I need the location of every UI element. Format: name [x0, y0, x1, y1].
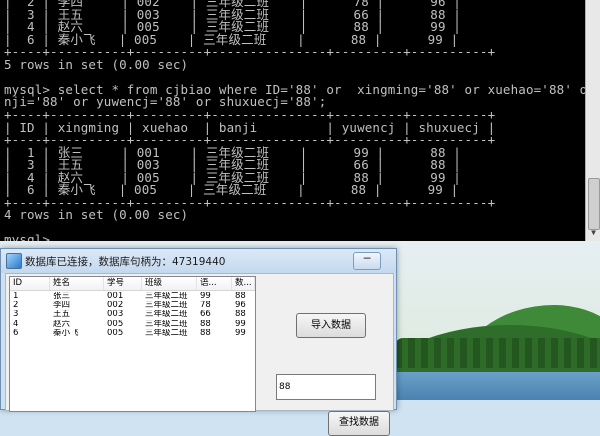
list-cell: 三年级二班 — [145, 328, 188, 338]
list-cell: 88 — [200, 319, 211, 329]
list-cell: 4 — [13, 319, 19, 329]
list-item[interactable]: 1 张三 001 三年级二班 99 88 — [10, 292, 255, 301]
list-cell: 001 — [107, 292, 124, 301]
list-cell: 005 — [107, 328, 124, 338]
list-cell: 3 — [13, 310, 19, 320]
list-item[interactable]: 6 秦小飞 005 三年级二班 88 99 — [10, 329, 255, 338]
minimize-button[interactable]: ─ — [353, 252, 381, 270]
search-input[interactable]: 88 — [276, 374, 376, 400]
list-cell: 88 — [235, 310, 246, 320]
scrollbar-thumb[interactable] — [588, 178, 600, 230]
list-cell: 1 — [13, 292, 19, 301]
list-column-header[interactable]: 姓名 — [50, 277, 104, 290]
list-cell: 三年级二班 — [145, 292, 188, 301]
list-cell: 88 — [200, 328, 211, 338]
chevron-down-icon[interactable]: ▼ — [589, 228, 598, 238]
console-scrollbar[interactable]: ▼ — [585, 0, 600, 241]
list-cell: 99 — [200, 292, 211, 301]
list-cell: 王五 — [53, 310, 71, 320]
list-item[interactable]: 4 赵六 005 三年级二班 88 99 — [10, 320, 255, 329]
list-cell: 张三 — [53, 292, 71, 301]
list-cell: 三年级二班 — [145, 301, 188, 311]
list-cell: 66 — [200, 310, 211, 320]
list-column-header[interactable]: 学号 — [104, 277, 142, 290]
list-cell: 96 — [235, 301, 246, 311]
list-cell: 78 — [200, 301, 211, 311]
list-item[interactable]: 2 李四 002 三年级二班 78 96 — [10, 301, 255, 310]
list-column-header[interactable]: 班级 — [142, 277, 197, 290]
list-cell: 002 — [107, 301, 124, 311]
list-cell: 李四 — [53, 301, 71, 311]
list-column-header[interactable]: ID — [10, 277, 50, 290]
terminal-line: 4 rows in set (0.00 sec) — [4, 207, 189, 223]
list-header: ID 姓名 学号 班级 语... 数... — [10, 277, 255, 291]
console-output[interactable]: | 2 | 李四 | 002 | 三年级二班 | 78 | 96 | | 3 | … — [0, 0, 585, 241]
list-item[interactable]: 3 王五 003 三年级二班 66 88 — [10, 310, 255, 319]
search-data-button[interactable]: 查找数据 — [328, 411, 390, 436]
list-cell: 三年级二班 — [145, 310, 188, 320]
list-cell: 88 — [235, 292, 246, 301]
list-cell: 99 — [235, 328, 246, 338]
list-cell: 6 — [13, 328, 19, 338]
terminal-line: 5 rows in set (0.00 sec) — [4, 56, 189, 72]
import-data-button[interactable]: 导入数据 — [296, 313, 366, 338]
terminal-line: mysql> _ — [4, 232, 66, 241]
list-cell: 秦小飞 — [53, 328, 79, 338]
record-list[interactable]: ID 姓名 学号 班级 语... 数... 1 张三 001 三年级二班 99 88 2 李四 002 三年… — [9, 276, 256, 412]
dialog-titlebar[interactable]: 数据库已连接，数据库句柄为：47319440 ─ — [1, 249, 396, 273]
landscape-trees — [395, 338, 600, 368]
list-column-header[interactable]: 数... — [232, 277, 255, 290]
list-cell: 2 — [13, 301, 19, 311]
console-window[interactable]: | 2 | 李四 | 002 | 三年级二班 | 78 | 96 | | 3 | … — [0, 0, 600, 241]
list-cell: 99 — [235, 319, 246, 329]
list-cell: 赵六 — [53, 319, 71, 329]
dialog-title: 数据库已连接，数据库句柄为：47319440 — [25, 256, 226, 268]
list-column-header[interactable]: 语... — [197, 277, 232, 290]
app-window-icon — [6, 253, 22, 269]
list-cell: 三年级二班 — [145, 319, 188, 329]
list-cell: 003 — [107, 310, 124, 320]
dialog-client-area: ID 姓名 学号 班级 语... 数... 1 张三 001 三年级二班 99 88 2 李四 002 三年… — [5, 273, 394, 436]
database-dialog[interactable]: 数据库已连接，数据库句柄为：47319440 ─ ID 姓名 学号 班级 语... 数..… — [0, 248, 397, 436]
list-cell: 005 — [107, 319, 124, 329]
landscape-water — [390, 372, 600, 400]
